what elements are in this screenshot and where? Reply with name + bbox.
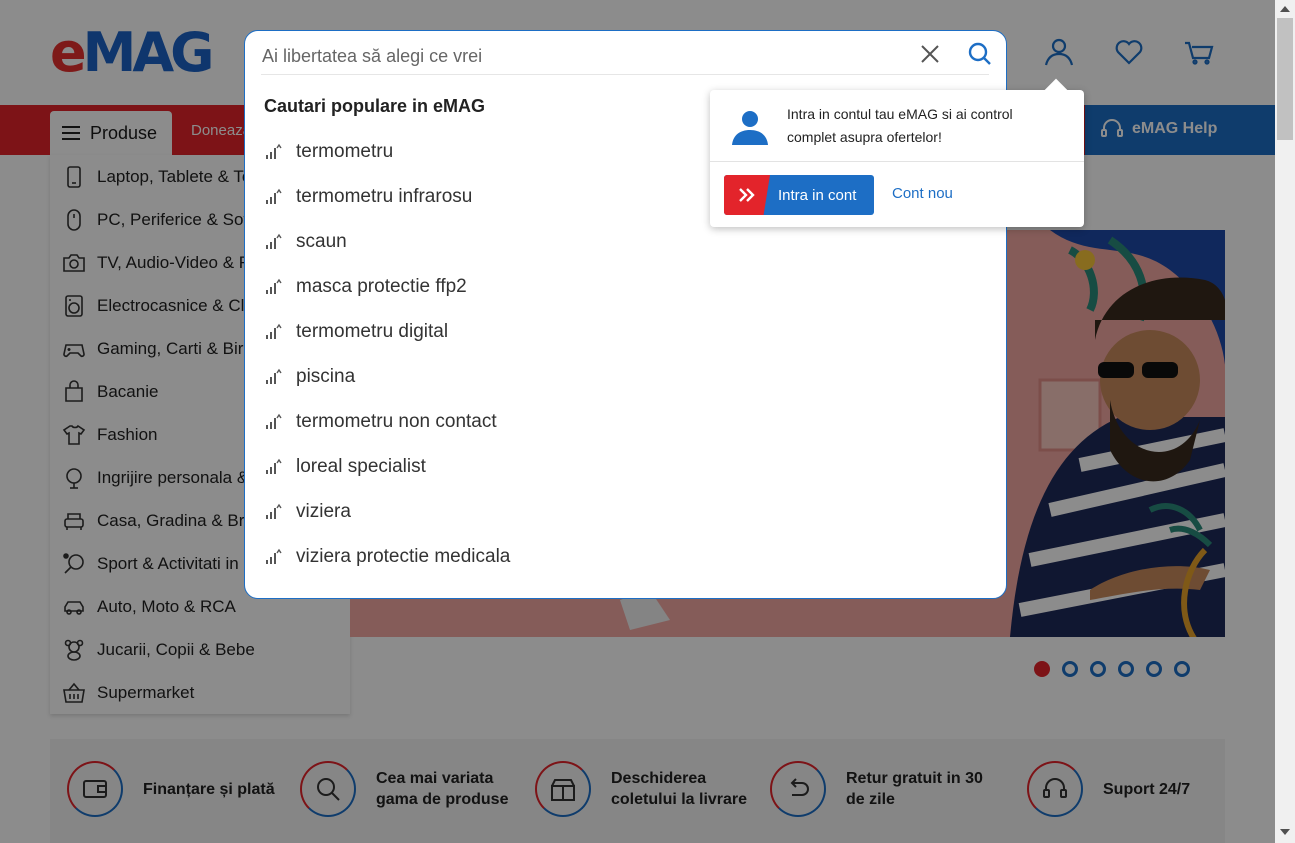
suggestion-item[interactable]: piscina: [264, 366, 355, 388]
trending-icon: [266, 323, 282, 339]
new-account-link[interactable]: Cont nou: [892, 185, 953, 202]
scroll-up-arrow[interactable]: [1280, 6, 1290, 12]
page: eMAG Produse Doneaza eMAG Help Laptop, T…: [0, 0, 1275, 843]
trending-icon: [266, 548, 282, 564]
suggestion-text: viziera protectie medicala: [296, 546, 511, 567]
scroll-thumb[interactable]: [1277, 18, 1293, 140]
suggestion-item[interactable]: viziera: [264, 501, 351, 523]
suggestion-item[interactable]: loreal specialist: [264, 456, 426, 478]
search-input[interactable]: [262, 43, 902, 69]
account-popover-message: Intra in contul tau eMAG si ai control c…: [787, 106, 1013, 145]
close-icon[interactable]: [919, 43, 941, 65]
suggestion-text: masca protectie ffp2: [296, 276, 467, 297]
page-scrollbar[interactable]: [1275, 0, 1295, 843]
suggestion-item[interactable]: masca protectie ffp2: [264, 276, 467, 298]
suggestion-item[interactable]: termometru infrarosu: [264, 186, 472, 208]
suggestion-item[interactable]: scaun: [264, 231, 347, 253]
login-button-label: Intra in cont: [778, 186, 857, 204]
trending-icon: [266, 413, 282, 429]
user-silhouette-icon: [732, 111, 768, 145]
suggestion-text: scaun: [296, 231, 347, 252]
search-divider: [261, 74, 989, 75]
suggestion-text: termometru non contact: [296, 411, 497, 432]
account-popover: Intra in contul tau eMAG si ai control c…: [710, 78, 1084, 227]
suggestion-text: termometru: [296, 141, 394, 162]
popular-searches-heading: Cautari populare in eMAG: [264, 96, 486, 116]
suggestion-item[interactable]: viziera protectie medicala: [264, 546, 510, 568]
trending-icon: [266, 233, 282, 249]
suggestion-text: loreal specialist: [296, 456, 426, 477]
suggestion-item[interactable]: termometru non contact: [264, 411, 497, 433]
login-button[interactable]: Intra in cont: [724, 175, 874, 215]
double-chevron-icon: [724, 175, 770, 215]
suggestion-item[interactable]: termometru: [264, 141, 393, 163]
trending-icon: [266, 503, 282, 519]
search-icon[interactable]: [967, 41, 993, 67]
trending-icon: [266, 368, 282, 384]
trending-icon: [266, 188, 282, 204]
scroll-down-arrow[interactable]: [1280, 829, 1290, 835]
suggestion-text: termometru digital: [296, 321, 449, 342]
suggestion-text: viziera: [296, 501, 351, 522]
suggestion-item[interactable]: termometru digital: [264, 321, 448, 343]
trending-icon: [266, 458, 282, 474]
suggestion-text: termometru infrarosu: [296, 186, 473, 207]
trending-icon: [266, 143, 282, 159]
suggestion-text: piscina: [296, 366, 356, 387]
trending-icon: [266, 278, 282, 294]
popover-divider: [710, 161, 1084, 162]
